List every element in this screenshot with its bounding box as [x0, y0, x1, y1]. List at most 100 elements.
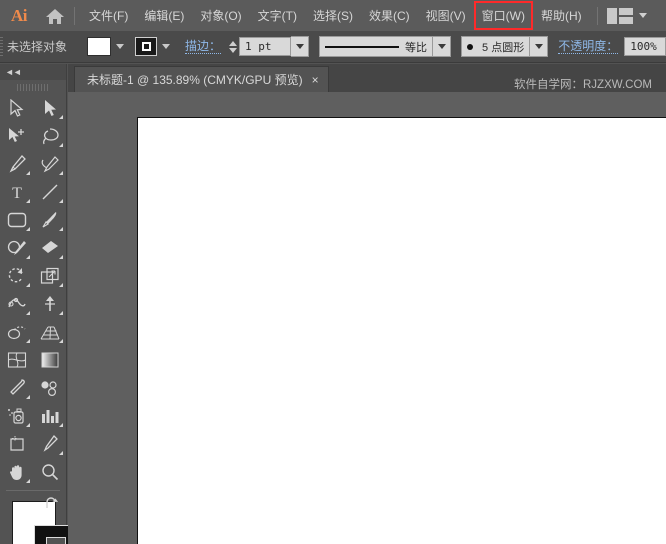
eyedropper-tool[interactable] — [0, 374, 33, 402]
control-bar: 未选择对象 描边： 1 pt 等比 5 点圆形 不透明度： 100% — [0, 31, 666, 63]
slice-tool[interactable] — [33, 430, 66, 458]
menu-label: 效果(C) — [368, 9, 410, 23]
opacity-control[interactable]: 不透明度： 100% — [558, 37, 666, 56]
fill-color-swatch[interactable] — [87, 37, 112, 56]
brush-combo[interactable]: 5 点圆形 — [461, 36, 531, 57]
canvas-area[interactable] — [68, 92, 666, 544]
app-logo: Ai — [11, 5, 28, 25]
stroke-color-swatch[interactable] — [135, 37, 158, 56]
magic-wand-tool[interactable] — [0, 122, 33, 150]
fill-dropdown-button[interactable] — [111, 36, 130, 57]
line-segment-tool[interactable] — [33, 178, 66, 206]
opacity-field[interactable]: 100% — [624, 37, 666, 56]
stroke-dropdown-button[interactable] — [157, 36, 176, 57]
fill-color-control[interactable] — [87, 36, 130, 57]
menu-label: 视图(V) — [425, 9, 466, 23]
column-graph-tool[interactable] — [33, 402, 66, 430]
hand-tool[interactable] — [0, 458, 33, 486]
menu-item-file[interactable]: 文件(F) — [81, 0, 136, 31]
shape-builder-tool[interactable] — [0, 318, 33, 346]
stroke-profile-control[interactable]: 等比 — [319, 36, 452, 57]
stroke-weight-label[interactable]: 描边： — [185, 39, 222, 54]
chevron-down-icon — [437, 44, 446, 49]
pen-tool[interactable] — [0, 150, 33, 178]
menu-item-list: 文件(F) 编辑(E) 对象(O) 文字(T) 选择(S) 效果(C) 视图(V… — [81, 0, 590, 31]
curvature-tool[interactable] — [33, 150, 66, 178]
document-tab[interactable]: 未标题-1 @ 135.89% (CMYK/GPU 预览) × — [74, 66, 329, 92]
menu-label: 文字(T) — [257, 9, 297, 23]
zoom-tool[interactable] — [33, 458, 66, 486]
direct-selection-tool[interactable] — [33, 94, 66, 122]
width-tool[interactable] — [0, 290, 33, 318]
free-transform-tool[interactable] — [33, 290, 66, 318]
menu-label: 文件(F) — [89, 9, 129, 23]
opacity-label[interactable]: 不透明度： — [558, 39, 619, 54]
scale-tool[interactable] — [33, 262, 66, 290]
swap-fill-stroke-icon[interactable] — [45, 497, 60, 516]
chevron-down-icon — [638, 13, 647, 18]
menu-divider — [74, 6, 75, 25]
stroke-profile-combo[interactable]: 等比 — [319, 36, 434, 57]
blend-tool[interactable] — [33, 374, 66, 402]
gradient-tool[interactable] — [33, 346, 66, 374]
menu-item-view[interactable]: 视图(V) — [418, 0, 474, 31]
rectangle-tool[interactable] — [0, 206, 33, 234]
chevron-down-icon — [116, 44, 125, 49]
menu-item-object[interactable]: 对象(O) — [192, 0, 249, 31]
menu-label: 选择(S) — [312, 9, 353, 23]
menu-divider-right — [596, 6, 598, 25]
chevron-down-icon — [534, 44, 543, 49]
selection-tool[interactable] — [0, 94, 33, 122]
svg-text:T: T — [12, 185, 22, 201]
brush-preview-icon — [467, 43, 474, 50]
tool-panel: ◄◄ T — [0, 64, 78, 544]
menu-item-edit[interactable]: 编辑(E) — [136, 0, 192, 31]
menu-item-effect[interactable]: 效果(C) — [361, 0, 418, 31]
fill-stroke-control — [0, 495, 78, 544]
lasso-tool[interactable] — [33, 122, 66, 150]
workspace-switcher[interactable] — [606, 7, 655, 24]
menu-bar: Ai 文件(F) 编辑(E) 对象(O) 文字(T) 选择(S) 效果(C) 视… — [0, 0, 666, 31]
tool-panel-grip[interactable] — [0, 80, 66, 94]
stroke-weight-dropdown[interactable] — [291, 36, 310, 57]
brush-dropdown[interactable] — [530, 36, 549, 57]
stroke-profile-preview-icon — [325, 45, 400, 48]
artboard-tool[interactable] — [0, 430, 33, 458]
illustrator-window: Ai 文件(F) 编辑(E) 对象(O) 文字(T) 选择(S) 效果(C) 视… — [0, 0, 666, 544]
perspective-grid-tool[interactable] — [33, 318, 66, 346]
tool-panel-divider — [6, 490, 60, 491]
type-tool[interactable]: T — [0, 178, 33, 206]
stepper-down-icon — [229, 47, 238, 53]
paintbrush-tool[interactable] — [33, 206, 66, 234]
close-icon[interactable]: × — [312, 74, 319, 86]
menu-item-select[interactable]: 选择(S) — [305, 0, 361, 31]
stroke-color-control[interactable] — [135, 36, 176, 57]
brush-label: 5 点圆形 — [482, 41, 525, 54]
menu-item-window[interactable]: 窗口(W) — [473, 0, 533, 31]
double-chevron-left-icon[interactable]: ◄◄ — [5, 67, 22, 77]
mesh-tool[interactable] — [0, 346, 33, 374]
tool-panel-header[interactable]: ◄◄ — [0, 64, 66, 80]
symbol-sprayer-tool[interactable] — [0, 402, 33, 430]
workspace-layout-icon — [606, 7, 633, 24]
stroke-weight-control[interactable]: 描边： 1 pt — [185, 36, 310, 57]
stepper-up-icon — [229, 40, 238, 46]
chevron-down-icon — [162, 44, 171, 49]
selection-status: 未选择对象 — [7, 40, 68, 54]
eraser-tool[interactable] — [33, 234, 66, 262]
stroke-profile-dropdown[interactable] — [433, 36, 452, 57]
artboard[interactable] — [137, 117, 666, 544]
menu-label: 编辑(E) — [144, 9, 185, 23]
menu-label: 窗口(W) — [481, 9, 525, 23]
brush-definition-control[interactable]: 5 点圆形 — [461, 36, 549, 57]
watermark-text: 软件自学网：RJZXW.COM — [514, 79, 652, 91]
shaper-tool[interactable] — [0, 234, 33, 262]
stroke-profile-label: 等比 — [405, 41, 428, 54]
menu-item-help[interactable]: 帮助(H) — [533, 0, 590, 31]
stroke-weight-field[interactable]: 1 pt — [239, 37, 292, 56]
document-tab-bar: 未标题-1 @ 135.89% (CMYK/GPU 预览) × 软件自学网：RJ… — [68, 64, 666, 92]
rotate-tool[interactable] — [0, 262, 33, 290]
home-icon[interactable] — [38, 0, 72, 31]
menu-item-type[interactable]: 文字(T) — [250, 0, 305, 31]
stroke-weight-stepper[interactable] — [227, 36, 239, 57]
